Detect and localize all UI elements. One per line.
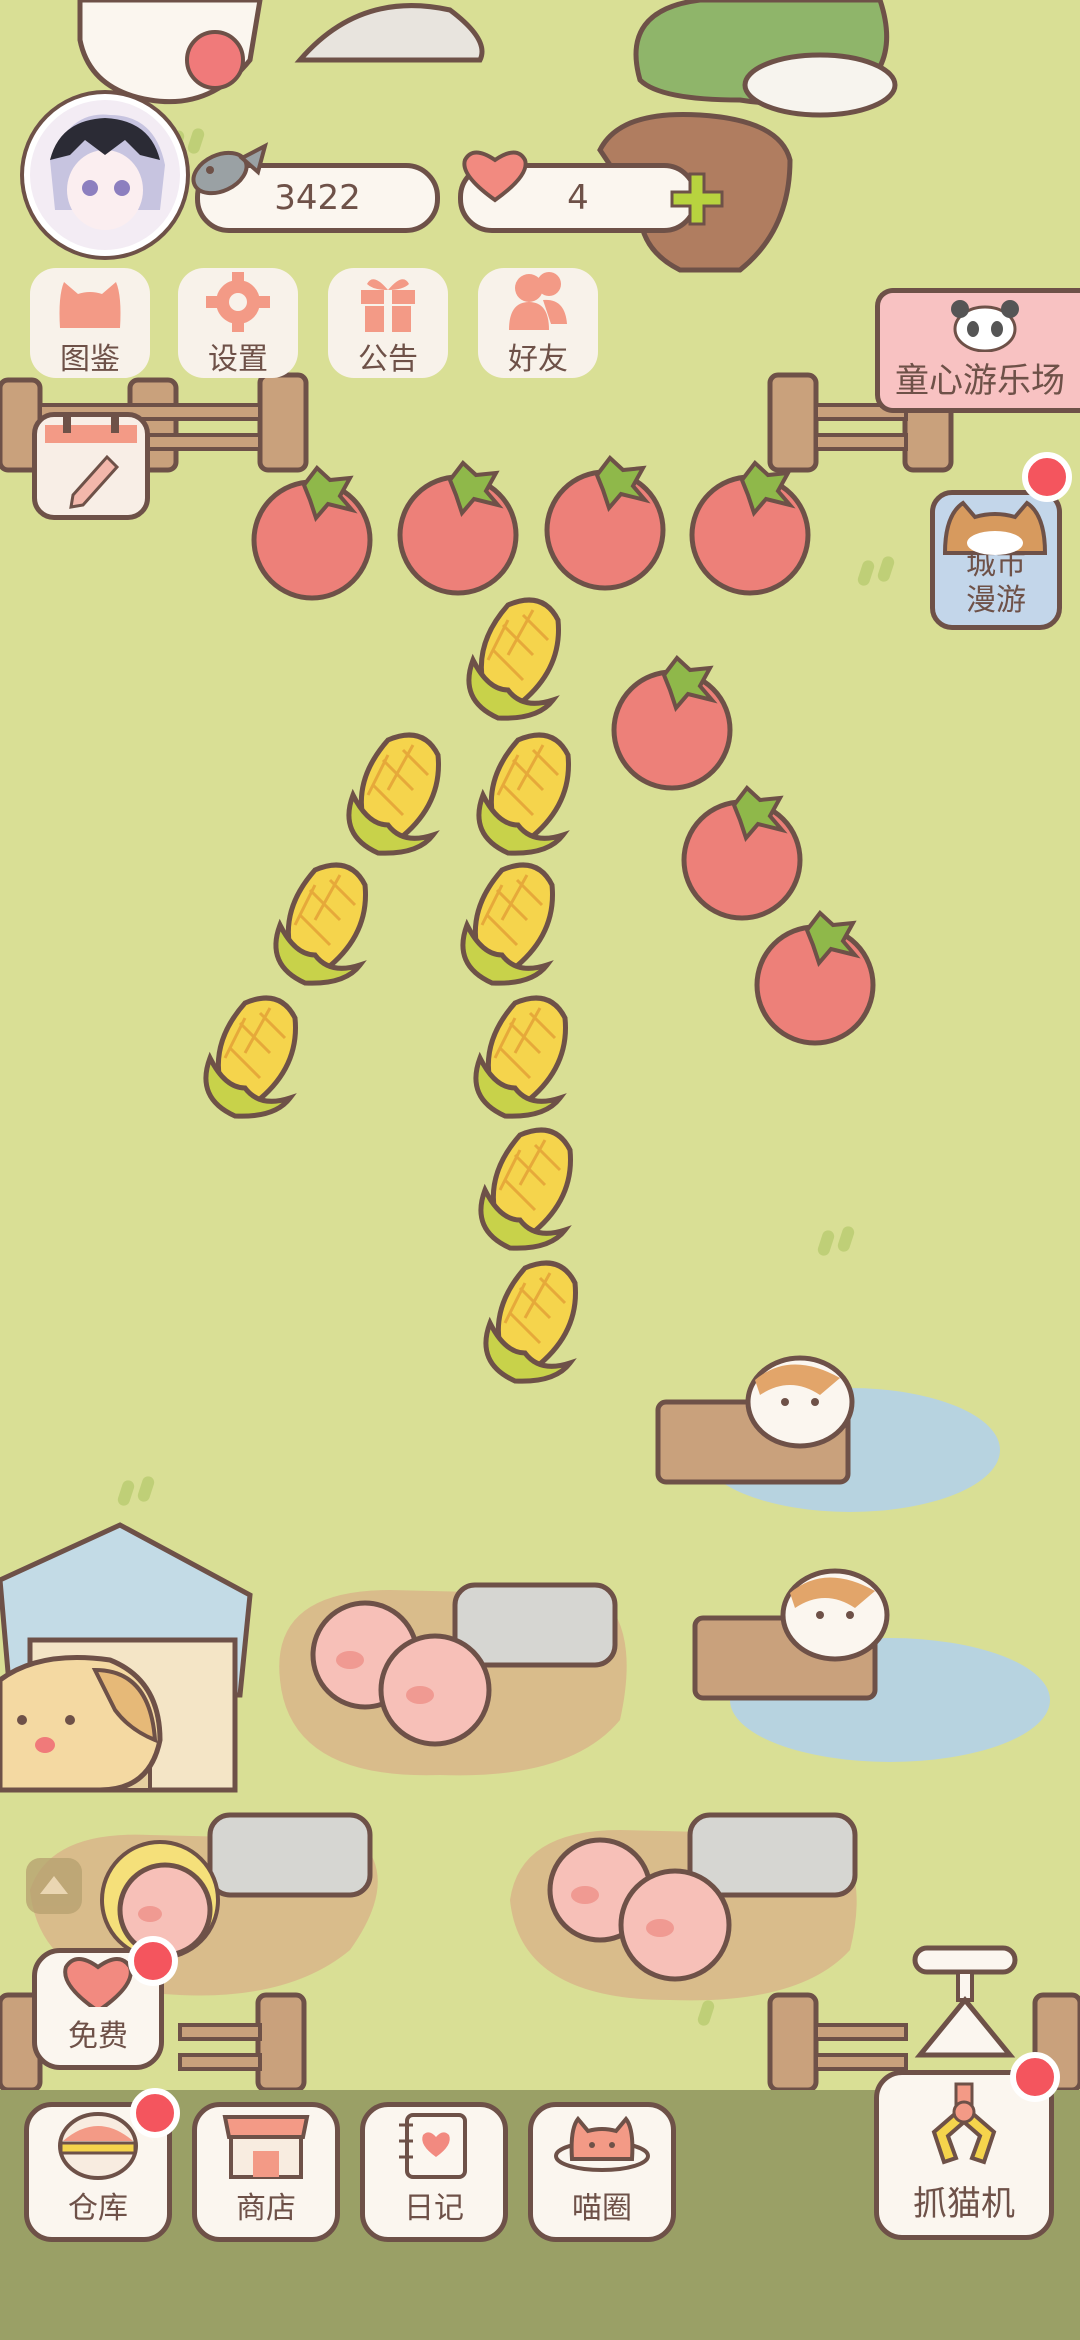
heart-face-icon bbox=[63, 1957, 133, 2007]
tomato-2[interactable] bbox=[400, 463, 516, 593]
avatar[interactable] bbox=[24, 94, 186, 256]
storage-notification-dot bbox=[130, 2088, 180, 2138]
hamster-cat-1[interactable] bbox=[745, 1355, 855, 1449]
top-button-friends[interactable]: 好友 bbox=[478, 268, 598, 378]
hamster-cat-2[interactable] bbox=[780, 1568, 890, 1662]
gear-icon bbox=[206, 272, 270, 332]
nav-diary-button[interactable]: 日记 bbox=[360, 2102, 508, 2242]
nav-shop-button[interactable]: 商店 bbox=[192, 2102, 340, 2242]
hide-icon bbox=[40, 1876, 68, 1894]
corn-2[interactable] bbox=[349, 735, 439, 853]
tomato-7[interactable] bbox=[757, 913, 873, 1043]
planet-cat-icon bbox=[554, 2115, 650, 2172]
pig-pen-1 bbox=[279, 1582, 627, 1776]
top-button-announcement[interactable]: 公告 bbox=[328, 268, 448, 378]
nav-label: 商店 bbox=[236, 2191, 296, 2226]
fish-icon bbox=[191, 142, 269, 196]
nav-label: 日记 bbox=[404, 2191, 464, 2226]
heart-icon bbox=[462, 150, 528, 203]
nav-cat-circle-button[interactable]: 喵圈 bbox=[528, 2102, 676, 2242]
tomato-6[interactable] bbox=[684, 788, 800, 918]
dog-character[interactable] bbox=[0, 1650, 180, 1800]
top-button-settings[interactable]: 设置 bbox=[178, 268, 298, 378]
avatar-portrait-icon bbox=[50, 114, 165, 230]
top-button-label: 设置 bbox=[208, 342, 268, 377]
tomato-5[interactable] bbox=[614, 658, 730, 788]
corn-3[interactable] bbox=[479, 735, 569, 853]
friends-icon bbox=[509, 272, 567, 330]
top-button-label: 公告 bbox=[358, 342, 418, 377]
corn-5[interactable] bbox=[463, 865, 553, 983]
plus-icon bbox=[670, 172, 724, 226]
pig-2[interactable] bbox=[378, 1633, 492, 1747]
grass-mark bbox=[116, 1478, 136, 1508]
crop-field bbox=[0, 440, 1080, 1420]
free-gift-label: 免费 bbox=[68, 2019, 128, 2054]
amusement-park-button[interactable]: 童心游乐场 bbox=[875, 288, 1080, 413]
shop-icon bbox=[222, 2115, 310, 2179]
add-heart-button[interactable] bbox=[668, 170, 726, 228]
gift-icon bbox=[361, 279, 415, 332]
corn-7[interactable] bbox=[476, 998, 566, 1116]
cat-head-icon bbox=[59, 282, 121, 328]
diary-icon bbox=[399, 2113, 467, 2179]
nav-label: 仓库 bbox=[68, 2191, 128, 2226]
corn-8[interactable] bbox=[481, 1130, 571, 1248]
tomato-4[interactable] bbox=[692, 463, 808, 593]
pond-area bbox=[655, 1355, 1050, 1762]
top-button-catalog[interactable]: 图鉴 bbox=[30, 268, 150, 378]
heart-count: 4 bbox=[567, 178, 589, 218]
nav-label: 喵圈 bbox=[572, 2191, 632, 2226]
corn-9[interactable] bbox=[486, 1263, 576, 1381]
free-gift-notification-dot bbox=[128, 1936, 178, 1986]
panda-icon bbox=[951, 300, 1019, 352]
storage-icon bbox=[58, 2112, 138, 2180]
corn-1[interactable] bbox=[469, 600, 559, 718]
pig-5[interactable] bbox=[618, 1868, 732, 1982]
tomato-3[interactable] bbox=[547, 458, 663, 588]
amusement-park-label: 童心游乐场 bbox=[895, 361, 1065, 401]
claw-icon bbox=[931, 2082, 997, 2165]
pig-pen-3 bbox=[510, 1812, 858, 2001]
claw-crane-top bbox=[912, 1945, 1018, 2058]
corn-6[interactable] bbox=[206, 998, 296, 1116]
top-button-label: 好友 bbox=[508, 342, 568, 377]
top-button-label: 图鉴 bbox=[60, 342, 120, 377]
claw-machine-notification-dot bbox=[1010, 2052, 1060, 2102]
tomato-1[interactable] bbox=[254, 468, 370, 598]
grass-mark bbox=[136, 1474, 156, 1504]
corn-4[interactable] bbox=[276, 865, 366, 983]
fish-count: 3422 bbox=[274, 178, 361, 218]
side-toggle-button[interactable] bbox=[26, 1858, 82, 1914]
claw-machine-label: 抓猫机 bbox=[913, 2184, 1015, 2224]
